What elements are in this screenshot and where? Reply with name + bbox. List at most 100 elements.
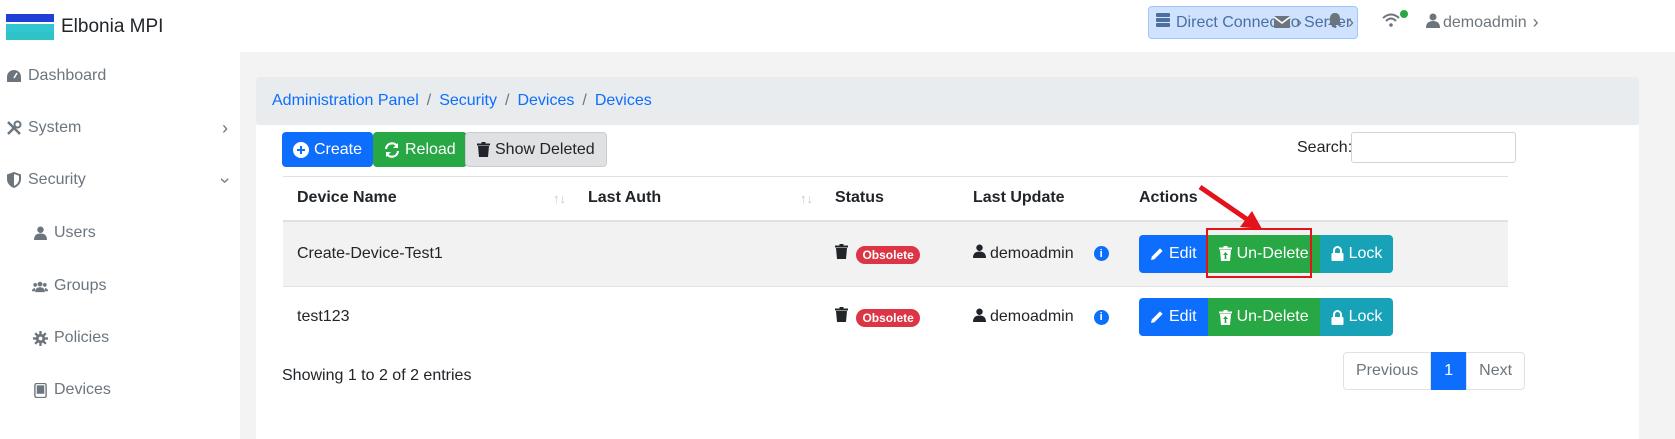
info-icon[interactable]: i: [1093, 309, 1109, 325]
sort-icon: ↑↓: [553, 191, 566, 206]
lock-button[interactable]: Lock: [1319, 298, 1394, 337]
sidebar-item-users[interactable]: Users: [0, 213, 240, 253]
reload-icon: [384, 141, 400, 158]
brand[interactable]: Elbonia MPI: [6, 14, 163, 40]
flag-logo: [6, 14, 54, 40]
updated-by: demoadmin: [990, 308, 1074, 326]
user-menu[interactable]: demoadmin ›: [1426, 12, 1539, 33]
sidebar-item-label: Groups: [54, 277, 107, 294]
messages-dropdown[interactable]: ›: [1273, 12, 1302, 33]
breadcrumb-devices[interactable]: Devices: [517, 92, 574, 110]
shield-icon: [6, 172, 22, 188]
column-last-auth[interactable]: Last Auth ↑↓: [574, 176, 821, 222]
last-update-cell: demoadmin i: [959, 286, 1125, 348]
column-actions: Actions: [1125, 176, 1508, 222]
users-icon: [32, 280, 48, 293]
bell-icon: [1328, 12, 1342, 33]
trash-icon: [835, 307, 848, 326]
lock-icon: [1331, 246, 1344, 262]
sidebar-item-groups[interactable]: Groups: [0, 266, 240, 306]
annotation-arrow-icon: [1198, 184, 1262, 229]
next-page-button[interactable]: Next: [1466, 352, 1526, 390]
chevron-down-icon: ›: [215, 177, 236, 183]
envelope-icon: [1273, 13, 1291, 33]
status-cell: Obsolete: [821, 286, 959, 348]
sidebar-item-security[interactable]: Security ›: [0, 160, 240, 200]
reload-label: Reload: [405, 140, 456, 158]
lock-icon: [1331, 309, 1344, 325]
info-icon[interactable]: i: [1093, 246, 1109, 262]
sidebar-item-label: Policies: [54, 329, 110, 346]
trash-restore-icon: [1218, 309, 1232, 325]
search-input[interactable]: [1351, 132, 1516, 163]
direct-connect-button[interactable]: Direct Connect to Server: [1148, 6, 1359, 39]
user-icon: [1426, 13, 1440, 33]
column-device-name[interactable]: Device Name ↑↓: [283, 176, 574, 222]
trash-icon: [477, 142, 490, 157]
devices-table: Device Name ↑↓ Last Auth ↑↓ Status Last …: [283, 176, 1508, 348]
trash-icon: [835, 243, 848, 263]
user-name: demoadmin: [1443, 13, 1527, 31]
search-label: Search:: [1297, 139, 1353, 156]
connection-status[interactable]: [1382, 10, 1408, 32]
entries-info: Showing 1 to 2 of 2 entries: [282, 367, 472, 384]
online-status-dot: [1400, 10, 1408, 18]
status-badge: Obsolete: [856, 245, 920, 264]
previous-page-button[interactable]: Previous: [1343, 352, 1432, 390]
user-icon: [973, 308, 986, 327]
status-cell: Obsolete: [821, 220, 959, 287]
last-auth-cell: [574, 286, 821, 348]
gear-icon: [32, 330, 48, 346]
user-icon: [973, 244, 986, 263]
updated-by: demoadmin: [990, 244, 1074, 262]
direct-connect-label: Direct Connect to Server: [1176, 13, 1352, 31]
plus-circle-icon: [293, 141, 309, 158]
chevron-right-icon: ›: [1296, 12, 1302, 32]
user-icon: [32, 226, 48, 240]
lock-button[interactable]: Lock: [1319, 234, 1394, 273]
breadcrumb: Administration Panel / Security / Device…: [256, 77, 1639, 125]
column-status: Status: [821, 176, 959, 222]
sidebar-item-devices[interactable]: Devices: [0, 370, 240, 410]
edit-button[interactable]: Edit: [1139, 234, 1208, 273]
pagination: Previous 1 Next: [1343, 352, 1526, 390]
chevron-right-icon: ›: [1348, 12, 1354, 32]
create-button[interactable]: Create: [282, 132, 374, 167]
show-deleted-button[interactable]: Show Deleted: [465, 132, 607, 167]
sidebar-item-label: Dashboard: [28, 67, 107, 84]
undelete-button[interactable]: Un-Delete: [1207, 298, 1320, 337]
sidebar-item-label: Users: [54, 224, 96, 241]
top-navbar: Elbonia MPI Direct Connect to Server › ›…: [0, 0, 1675, 52]
table-row[interactable]: Create-Device-Test1 Obsolete demoadmin i…: [283, 220, 1508, 287]
app-title: Elbonia MPI: [61, 16, 164, 37]
notifications-dropdown[interactable]: ›: [1328, 12, 1354, 33]
edit-button[interactable]: Edit: [1139, 298, 1208, 337]
last-update-cell: demoadmin i: [959, 220, 1125, 287]
pencil-icon: [1150, 310, 1164, 324]
tools-icon: [6, 120, 22, 136]
breadcrumb-administration-panel[interactable]: Administration Panel: [272, 92, 419, 110]
dashboard-icon: [6, 69, 22, 83]
page-1-button[interactable]: 1: [1431, 352, 1467, 390]
last-auth-cell: [574, 220, 821, 287]
reload-button[interactable]: Reload: [373, 132, 467, 167]
chevron-right-icon: ›: [1532, 12, 1539, 32]
server-icon: [1155, 12, 1171, 33]
device-name-cell: test123: [283, 286, 574, 348]
column-last-update: Last Update: [959, 176, 1125, 222]
actions-cell: Edit Un-Delete Lock: [1125, 220, 1508, 287]
sidebar-item-system[interactable]: System ›: [0, 108, 240, 148]
tablet-icon: [32, 382, 48, 398]
annotation-highlight-box: [1206, 228, 1312, 278]
chevron-right-icon: ›: [222, 117, 228, 138]
table-row[interactable]: test123 Obsolete demoadmin i Edit Un-Del…: [283, 286, 1508, 348]
sidebar-item-label: Devices: [54, 381, 111, 398]
sidebar-item-dashboard[interactable]: Dashboard: [0, 56, 240, 96]
breadcrumb-security[interactable]: Security: [439, 92, 497, 110]
sidebar-item-label: Security: [28, 171, 86, 188]
sidebar-item-policies[interactable]: Policies: [0, 318, 240, 358]
actions-cell: Edit Un-Delete Lock: [1125, 286, 1508, 348]
breadcrumb-devices-current[interactable]: Devices: [595, 92, 652, 110]
sidebar-item-label: System: [28, 119, 82, 136]
wifi-icon: [1382, 10, 1408, 32]
